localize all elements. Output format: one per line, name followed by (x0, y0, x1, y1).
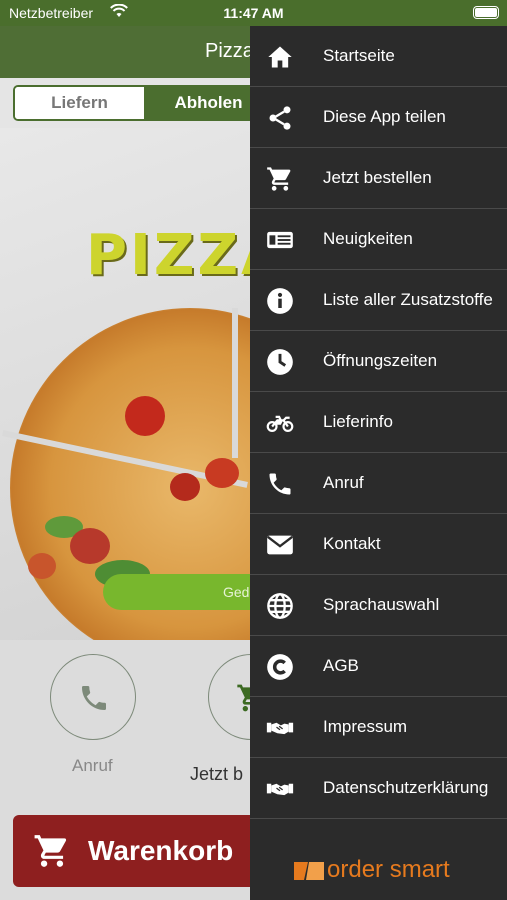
order-smart-logo: order smart (294, 856, 450, 884)
menu-item-label: AGB (323, 656, 359, 675)
news-icon (267, 231, 293, 249)
menu-item-agb[interactable]: AGB (250, 636, 507, 697)
menu-item-label: Startseite (323, 46, 395, 65)
motorcycle-icon (266, 415, 294, 432)
home-icon (268, 46, 292, 68)
menu-item-language[interactable]: Sprachauswahl (250, 575, 507, 636)
copyright-icon (267, 654, 293, 680)
side-drawer: Startseite Diese App teilen Jetzt bestel… (250, 26, 507, 900)
handshake-icon (266, 783, 294, 796)
menu-item-label: Jetzt bestellen (323, 168, 432, 187)
globe-icon (267, 593, 293, 619)
clock: 11:47 AM (223, 5, 284, 21)
handshake-icon (266, 722, 294, 735)
logo-text: order smart (327, 856, 450, 883)
menu-item-opening-hours[interactable]: Öffnungszeiten (250, 331, 507, 392)
menu-item-label: Liste aller Zusatzstoffe (323, 290, 493, 309)
battery-icon (473, 6, 499, 19)
menu-item-label: Kontakt (323, 534, 381, 553)
menu-item-startseite[interactable]: Startseite (250, 26, 507, 87)
menu-item-label: Anruf (323, 473, 364, 492)
menu-item-label: Impressum (323, 717, 408, 736)
phone-icon (269, 473, 291, 495)
menu-item-delivery-info[interactable]: Lieferinfo (250, 392, 507, 453)
menu-item-order[interactable]: Jetzt bestellen (250, 148, 507, 209)
logo-icon (294, 862, 324, 880)
menu-item-label: Öffnungszeiten (323, 351, 438, 370)
menu-item-label: Datenschutzerklärung (323, 778, 489, 797)
info-icon (267, 288, 293, 314)
menu-item-label: Lieferinfo (323, 412, 393, 431)
status-bar: Netzbetreiber 11:47 AM (0, 0, 507, 26)
share-icon (269, 106, 291, 130)
menu-item-contact[interactable]: Kontakt (250, 514, 507, 575)
menu-item-additives[interactable]: Liste aller Zusatzstoffe (250, 270, 507, 331)
cart-icon (267, 167, 291, 191)
menu-item-label: Sprachauswahl (323, 595, 440, 614)
menu-item-news[interactable]: Neuigkeiten (250, 209, 507, 270)
menu-item-share[interactable]: Diese App teilen (250, 87, 507, 148)
menu-item-label: Neuigkeiten (323, 229, 413, 248)
menu-item-label: Diese App teilen (323, 107, 446, 126)
menu-item-impressum[interactable]: Impressum (250, 697, 507, 758)
drawer-scrim[interactable] (0, 26, 250, 900)
menu-item-privacy[interactable]: Datenschutzerklärung (250, 758, 507, 819)
menu-item-call[interactable]: Anruf (250, 453, 507, 514)
envelope-icon (267, 535, 293, 555)
clock-icon (267, 349, 293, 375)
